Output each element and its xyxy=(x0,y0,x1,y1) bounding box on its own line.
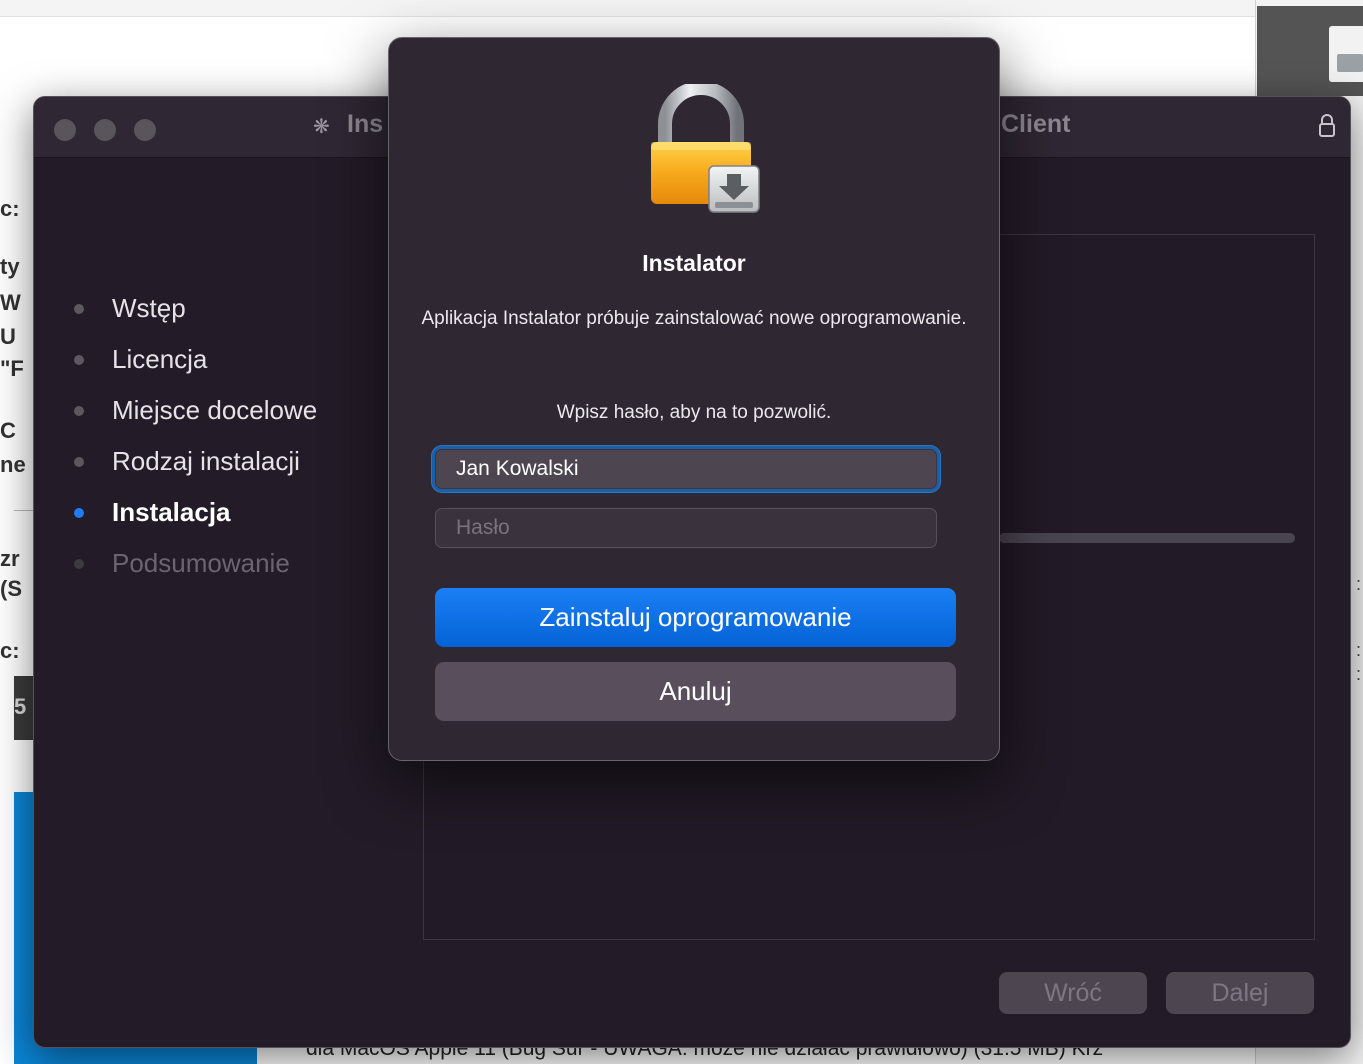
step-indicator xyxy=(74,507,84,518)
step-label: Instalacja xyxy=(112,497,231,527)
window-title-suffix: Client xyxy=(1001,110,1071,138)
step-label: Podsumowanie xyxy=(112,548,290,578)
step-installation-type: Rodzaj instalacji xyxy=(74,436,317,487)
bg-text-fragment: ne xyxy=(0,452,26,477)
step-summary: Podsumowanie xyxy=(74,538,317,589)
install-progress-bar xyxy=(999,533,1295,543)
username-field[interactable] xyxy=(435,449,937,489)
step-indicator xyxy=(74,303,84,314)
authentication-dialog: Instalator Aplikacja Instalator próbuje … xyxy=(388,37,1000,761)
bg-text-fragment: 5 xyxy=(14,694,27,719)
bg-text-fragment: (S xyxy=(0,576,22,601)
dialog-prompt: Wpisz hasło, aby na to pozwolić. xyxy=(556,402,832,423)
zoom-window-button[interactable] xyxy=(134,119,156,141)
lock-icon[interactable] xyxy=(1319,113,1335,139)
document-icon xyxy=(1329,26,1363,82)
step-installation: Instalacja xyxy=(74,487,317,538)
bg-text-fragment: "F xyxy=(0,356,24,381)
package-icon: ❋ xyxy=(313,116,330,138)
bg-right-fragment: : xyxy=(1356,640,1362,660)
minimize-window-button[interactable] xyxy=(94,119,116,141)
step-indicator xyxy=(74,405,84,416)
bg-text-fragment: c: xyxy=(0,196,20,221)
bg-text-fragment: ty xyxy=(0,254,20,279)
bg-right-fragment: : xyxy=(1356,664,1362,684)
step-label: Licencja xyxy=(112,344,208,374)
close-window-button[interactable] xyxy=(54,119,76,141)
step-label: Wstęp xyxy=(112,293,186,323)
bg-text-fragment: U xyxy=(0,324,16,349)
browser-top-bar xyxy=(0,0,1255,17)
install-software-button[interactable]: Zainstaluj oprogramowanie xyxy=(435,588,956,647)
step-indicator xyxy=(74,456,84,467)
bg-text-fragment: W xyxy=(0,290,21,315)
installer-steps: Wstęp Licencja Miejsce docelowe Rodzaj i… xyxy=(74,283,317,589)
bg-text-fragment: zr xyxy=(0,546,20,571)
lock-installer-icon xyxy=(651,84,760,213)
bg-text-fragment: c: xyxy=(0,638,20,663)
step-label: Rodzaj instalacji xyxy=(112,446,300,476)
bg-divider xyxy=(14,510,34,511)
step-license: Licencja xyxy=(74,334,317,385)
step-label: Miejsce docelowe xyxy=(112,395,318,425)
step-destination: Miejsce docelowe xyxy=(74,385,317,436)
password-field[interactable] xyxy=(435,508,937,548)
cancel-button[interactable]: Anuluj xyxy=(435,662,956,721)
dialog-message: Aplikacja Instalator próbuje zainstalowa… xyxy=(421,308,967,329)
back-button[interactable]: Wróć xyxy=(999,972,1147,1014)
bg-right-fragment: : xyxy=(1356,574,1362,594)
step-indicator xyxy=(74,558,84,569)
step-introduction: Wstęp xyxy=(74,283,317,334)
bg-text-fragment: C xyxy=(0,418,16,443)
continue-button[interactable]: Dalej xyxy=(1166,972,1314,1014)
step-indicator xyxy=(74,354,84,365)
window-title: Ins xyxy=(347,110,384,138)
dialog-title: Instalator xyxy=(642,250,746,276)
